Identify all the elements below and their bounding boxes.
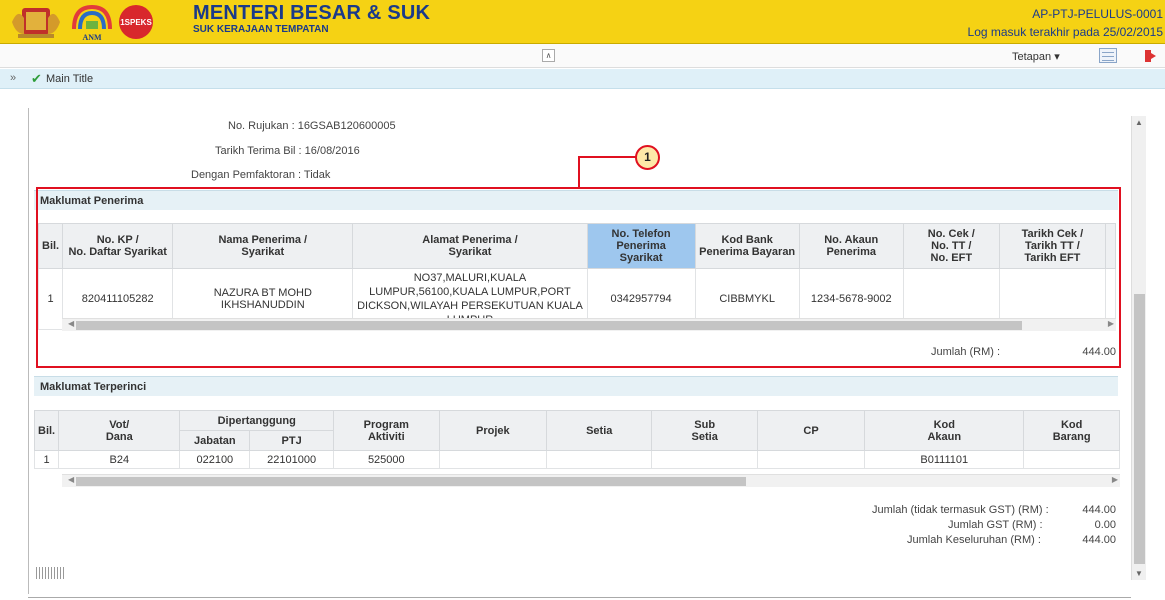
user-info: AP-PTJ-PELULUS-0001 Log masuk terakhir p… [968,5,1163,41]
user-code: AP-PTJ-PELULUS-0001 [1032,7,1163,21]
total-excl-gst-label: Jumlah (tidak termasuk GST) (RM) : [872,504,1049,516]
col-projek: Projek [438,410,548,451]
callout-connector-h [578,156,636,158]
total-gst-label: Jumlah GST (RM) : [948,519,1043,531]
section-maklumat-terperinci: Maklumat Terperinci [34,376,1118,396]
table-header-row: Bil. Vot/Dana Dipertanggung Program Aktiv… [33,410,1120,451]
scroll-thumb[interactable] [76,477,746,486]
logout-icon[interactable] [1144,49,1158,63]
cell-bil: 1 [33,450,60,469]
app-header: ANM 1SPEKS MENTERI BESAR & SUK SUK KERAJ… [0,0,1165,44]
scroll-up-icon[interactable]: ▲ [1135,118,1143,127]
total-keseluruhan-label: Jumlah Keseluruhan (RM) : [907,534,1041,546]
col-sub-setia: Sub Setia [651,410,758,451]
resize-grip[interactable] [36,567,66,579]
total-gst-value: 0.00 [1094,519,1116,531]
bottom-divider [28,597,1131,598]
settings-menu[interactable]: Tetapan ▾ [1012,50,1060,63]
app-subtitle: SUK KERAJAAN TEMPATAN [193,24,329,35]
scroll-thumb[interactable] [1134,294,1145,564]
scroll-left-icon[interactable]: ◀ [68,475,74,484]
col-bil: Bil. [33,410,60,451]
scroll-right-icon[interactable]: ▶ [1112,475,1118,484]
cell-program: 525000 [333,450,440,469]
cell-kod-akaun: B0111101 [864,450,1025,469]
app-title: MENTERI BESAR & SUK [193,2,431,24]
col-dipertanggung: Dipertanggung [179,410,335,431]
expand-panel-icon[interactable]: » [10,72,16,84]
col-vot: Vot/Dana [58,410,181,451]
list-view-icon[interactable] [1099,48,1117,63]
callout-highlight-box [36,187,1121,368]
col-jabatan: Jabatan [179,430,251,451]
cell-setia [546,450,653,469]
main-title: Main Title [46,73,94,85]
terperinci-horizontal-scrollbar[interactable]: ◀ ▶ [62,474,1120,487]
cell-jabatan: 022100 [179,450,251,469]
callout-number-badge: 1 [635,145,660,170]
vertical-scrollbar[interactable]: ▲ ▼ [1131,116,1146,580]
col-setia: Setia [546,410,653,451]
anm-logo: ANM [72,4,112,41]
cell-cp [756,450,866,469]
total-excl-gst-value: 444.00 [1082,504,1116,516]
1speks-logo: 1SPEKS [119,5,153,39]
cell-vot: B24 [58,450,181,469]
svg-text:1SPEKS: 1SPEKS [120,18,152,27]
table-row[interactable]: 1 B24 022100 22101000 525000 B0111101 [33,450,1120,469]
state-crest-logo [12,8,60,38]
total-keseluruhan-value: 444.00 [1082,534,1116,546]
callout-connector [578,157,580,188]
check-icon: ✔ [31,71,42,86]
cell-sub-setia [651,450,758,469]
svg-text:ANM: ANM [82,33,102,41]
last-login: Log masuk terakhir pada 25/02/2015 [967,25,1163,39]
cell-kod-barang [1023,450,1120,469]
col-program: Program Aktiviti [333,410,440,451]
double-chevron-up-icon[interactable]: ∧ [542,49,555,62]
main-title-bar: » ✔ Main Title [0,69,1165,89]
col-cp: CP [756,410,866,451]
cell-projek [438,450,548,469]
toolbar: ∧ Tetapan ▾ [0,44,1165,68]
cell-ptj: 22101000 [249,450,335,469]
section-title: Maklumat Terperinci [40,381,147,393]
terperinci-table: Bil. Vot/Dana Dipertanggung Program Aktiv… [33,410,1120,469]
col-kod-akaun: Kod Akaun [864,410,1025,451]
scroll-down-icon[interactable]: ▼ [1135,569,1143,578]
col-ptj: PTJ [249,430,335,451]
col-kod-barang: Kod Barang [1023,410,1120,451]
